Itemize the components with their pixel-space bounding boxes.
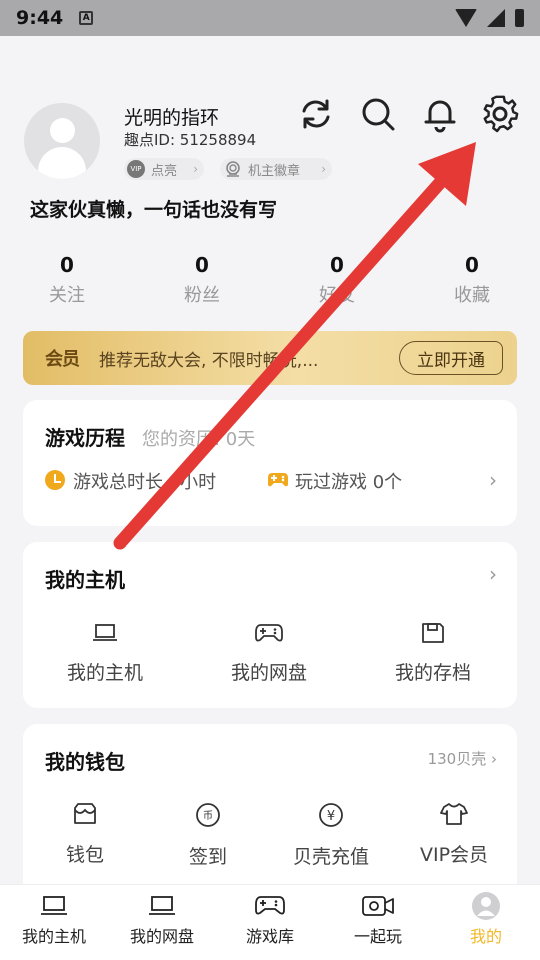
svg-text:¥: ¥ <box>327 809 335 824</box>
stat-label: 好友 <box>319 285 355 306</box>
username: 光明的指环 <box>124 107 220 129</box>
wallet-icon <box>74 803 96 824</box>
stat-value: 0 <box>195 253 209 277</box>
stat-value: 0 <box>330 253 344 277</box>
total-play-time: 游戏总时长 0小时 <box>73 472 217 493</box>
history-subtitle: 您的资历: 0天 <box>141 429 256 450</box>
game-history-card[interactable]: 游戏历程 您的资历: 0天 游戏总时长 0小时 玩过游戏 0个 › <box>23 400 517 526</box>
stats-row: 0 关注 0 粉丝 0 好友 0 收藏 <box>22 253 518 313</box>
coin-icon: 币 <box>196 803 220 827</box>
user-id: 趣点ID: 51258894 <box>124 131 257 149</box>
stat-fans[interactable]: 0 粉丝 <box>157 253 247 307</box>
host-item-saves[interactable]: 我的存档 <box>383 622 483 685</box>
nav-play-together[interactable]: 一起玩 <box>324 895 432 947</box>
nav-label: 我的 <box>469 927 502 946</box>
stat-favorites[interactable]: 0 收藏 <box>427 253 517 307</box>
wallet-item-label: 签到 <box>188 846 227 868</box>
wallet-item-checkin[interactable]: 币 签到 <box>158 802 258 869</box>
wallet-card: 我的钱包 130贝壳 › 钱包 币 签到 ¥ 贝壳充值 VIP会员 <box>23 724 517 899</box>
stat-label: 粉丝 <box>184 285 220 306</box>
host-title: 我的主机 <box>45 568 125 592</box>
history-title-text: 游戏历程 <box>45 426 125 450</box>
signal-icon <box>487 9 505 27</box>
gamepad-icon <box>255 624 283 642</box>
nav-label: 我的网盘 <box>129 927 194 946</box>
vip-light-chip[interactable]: VIP 点亮 › <box>124 158 204 180</box>
laptop-icon <box>93 624 117 641</box>
wallet-balance-value: 130贝壳 <box>427 750 487 768</box>
user-bio: 这家伙真懒，一句话也没有写 <box>30 199 278 221</box>
host-item-label: 我的网盘 <box>230 662 307 684</box>
badge-icon <box>226 161 240 177</box>
status-bar: 9:44 A <box>0 0 540 36</box>
stat-value: 0 <box>465 253 479 277</box>
wallet-balance[interactable]: 130贝壳 › <box>428 748 497 769</box>
vip-promo-text: 推荐无敌大会, 不限时畅玩,... <box>99 350 319 371</box>
stat-following[interactable]: 0 关注 <box>22 253 112 307</box>
profile-header: 光明的指环 趣点ID: 51258894 VIP 点亮 › 机主徽章 › 这家伙… <box>24 103 524 233</box>
stat-friends[interactable]: 0 好友 <box>292 253 382 307</box>
wallet-title: 我的钱包 <box>45 750 125 774</box>
wallet-item-label: 钱包 <box>65 844 104 866</box>
video-icon <box>362 896 394 916</box>
host-item-label: 我的存档 <box>394 662 471 684</box>
nav-game-library[interactable]: 游戏库 <box>216 895 324 947</box>
nav-netdisk[interactable]: 我的网盘 <box>108 895 216 947</box>
wallet-item-vip[interactable]: VIP会员 <box>404 802 504 867</box>
stat-label: 收藏 <box>454 285 490 306</box>
host-item-label: 我的主机 <box>66 662 143 684</box>
wallet-item-label: VIP会员 <box>419 844 489 866</box>
vip-tag: 会员 <box>45 349 80 370</box>
status-time: 9:44 <box>16 7 64 29</box>
badge-chip-label: 机主徽章 <box>248 163 301 179</box>
laptop-icon <box>149 896 175 915</box>
clock-icon <box>45 470 65 490</box>
nav-label: 我的主机 <box>21 927 86 946</box>
games-played: 玩过游戏 0个 <box>295 472 403 493</box>
stat-label: 关注 <box>49 285 85 306</box>
nav-label: 一起玩 <box>353 927 402 946</box>
battery-icon <box>515 9 524 27</box>
host-item-netdisk[interactable]: 我的网盘 <box>219 622 319 685</box>
history-stats: 游戏总时长 0小时 玩过游戏 0个 <box>45 468 495 496</box>
nav-label: 游戏库 <box>245 927 294 946</box>
open-vip-button[interactable]: 立即开通 <box>399 341 503 375</box>
notification-a-icon: A <box>79 11 94 25</box>
gamepad-icon <box>255 896 285 915</box>
gamepad-icon <box>268 473 288 487</box>
nav-my-host[interactable]: 我的主机 <box>0 895 108 947</box>
vip-chip-label: 点亮 <box>151 163 178 179</box>
owner-badge-chip[interactable]: 机主徽章 › <box>220 158 332 180</box>
stat-value: 0 <box>60 253 74 277</box>
vip-banner[interactable]: 会员 推荐无敌大会, 不限时畅玩,... 立即开通 <box>23 331 517 385</box>
chevron-right-icon: › <box>193 162 198 176</box>
status-icons <box>455 9 524 27</box>
chevron-right-icon[interactable]: › <box>489 562 497 586</box>
history-title: 游戏历程 您的资历: 0天 <box>45 422 255 451</box>
svg-text:币: 币 <box>203 810 213 822</box>
wallet-item-recharge[interactable]: ¥ 贝壳充值 <box>281 802 381 869</box>
yen-icon: ¥ <box>319 803 343 827</box>
my-host-card: 我的主机 › 我的主机 我的网盘 我的存档 <box>23 542 517 708</box>
save-icon <box>422 623 444 643</box>
host-item-host[interactable]: 我的主机 <box>55 622 155 685</box>
wifi-icon <box>455 9 477 27</box>
nav-me[interactable]: 我的 <box>432 892 540 947</box>
chevron-right-icon: › <box>321 162 326 176</box>
bottom-nav: 我的主机 我的网盘 游戏库 一起玩 我的 <box>0 884 540 960</box>
chevron-right-icon: › <box>486 750 497 768</box>
shirt-icon <box>440 803 468 825</box>
avatar-icon <box>472 892 500 920</box>
wallet-item-label: 贝壳充值 <box>292 846 369 868</box>
wallet-item-wallet[interactable]: 钱包 <box>35 802 135 867</box>
laptop-icon <box>41 896 67 915</box>
avatar[interactable] <box>24 103 100 179</box>
chevron-right-icon[interactable]: › <box>489 468 497 492</box>
vip-badge-icon: VIP <box>127 160 145 178</box>
